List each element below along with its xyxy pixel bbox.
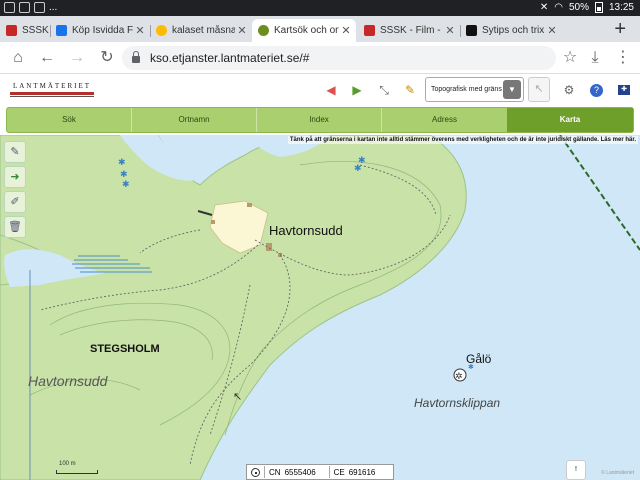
svg-text:✲: ✲	[455, 372, 463, 382]
clock: 13:25	[608, 2, 634, 13]
zoom-out-icon[interactable]: ⤡	[376, 82, 392, 98]
map-toolbox: ✎ ➜ ✐ 🗑	[4, 141, 26, 241]
tab-label: kalaset måsnare	[172, 25, 235, 36]
tab-karta[interactable]: Karta	[507, 108, 633, 132]
help-icon[interactable]: ?	[590, 84, 603, 97]
tab-favicon-icon	[258, 25, 269, 36]
lantmateriet-logo: LANTMÄTERIET	[10, 82, 94, 97]
ce-value: 691616	[348, 467, 376, 477]
cn-value: 6555406	[284, 467, 316, 477]
status-bar: ... ✕ ◠ 50% 13:25	[0, 0, 640, 16]
gallery-notification-icon	[34, 2, 45, 13]
status-overflow: ...	[49, 2, 58, 13]
reload-icon[interactable]: ↻	[97, 48, 117, 68]
svg-text:✱: ✱	[354, 164, 362, 174]
move-arrow-icon[interactable]: ➜	[4, 166, 26, 188]
browser-tab-strip: SSSK Köp Isvidda Flex ✕ kalaset måsnare …	[0, 16, 640, 42]
browser-tab[interactable]: Köp Isvidda Flex ✕	[50, 19, 150, 42]
svg-text:✱: ✱	[122, 180, 130, 190]
wifi-icon: ◠	[554, 2, 563, 13]
pan-left-icon[interactable]: ◀	[323, 82, 339, 98]
url-text: kso.etjanster.lantmateriet.se/#	[150, 51, 310, 65]
land-stegsholm	[0, 135, 467, 480]
pointer-tool-button[interactable]: ↖	[528, 77, 550, 102]
tab-close-icon[interactable]: ✕	[545, 24, 559, 37]
tab-favicon-icon	[6, 25, 17, 36]
crosshair-icon[interactable]	[251, 467, 260, 477]
new-tab-button[interactable]: +	[614, 19, 626, 39]
info-button[interactable]: !	[566, 460, 586, 480]
tab-label: Sytips och trix -	[482, 25, 545, 36]
logo-text: LANTMÄTERIET	[12, 82, 92, 90]
chevron-down-icon: ▼	[503, 80, 521, 99]
tab-favicon-icon	[56, 25, 67, 36]
tab-label: SSSK - Film - Vis	[380, 25, 443, 36]
cn-label: CN	[269, 467, 281, 477]
forward-arrow-icon[interactable]: →	[67, 48, 87, 68]
tab-close-icon[interactable]: ✕	[133, 24, 147, 37]
label-havtornsudd: Havtornsudd	[269, 223, 343, 238]
zoom-in-icon[interactable]: ✎	[402, 82, 418, 98]
map-credit: © Lantmäteriet	[601, 470, 634, 476]
back-arrow-icon[interactable]: ←	[37, 48, 57, 68]
tab-close-icon[interactable]: ✕	[235, 24, 249, 37]
draw-tool-icon[interactable]: ✎	[4, 141, 26, 163]
svg-text:✱: ✱	[118, 158, 126, 168]
app-header: LANTMÄTERIET ◀ ▶ ⤡ ✎ Topografisk med grä…	[0, 74, 640, 106]
map-canvas: ✱ ✱ ✱ ✱ ✱ ✱ ✲ ↖	[0, 135, 640, 480]
browser-tab[interactable]: SSSK	[0, 19, 50, 42]
label-galo: Gålö	[466, 352, 492, 366]
ce-label: CE	[333, 467, 345, 477]
layer-select-value: Topografisk med gräns	[431, 86, 502, 93]
tab-close-icon[interactable]: ✕	[443, 24, 457, 37]
tab-index[interactable]: Index	[257, 108, 382, 132]
label-stegsholm: STEGSHOLM	[90, 343, 160, 355]
battery-icon	[594, 2, 603, 13]
home-icon[interactable]: ⌂	[8, 48, 28, 68]
scale-bar: 100 m	[56, 461, 98, 474]
lock-icon	[132, 51, 140, 63]
browser-tab-active[interactable]: Kartsök och orte ✕	[252, 19, 356, 42]
menu-dots-icon[interactable]: ⋮	[613, 48, 633, 68]
notification-icon	[4, 2, 15, 13]
browser-toolbar: ⌂ ← → ↻ kso.etjanster.lantmateriet.se/# …	[0, 42, 640, 74]
settings-gear-icon[interactable]: ⚙	[561, 82, 577, 98]
label-havtornsudd-area: Havtornsudd	[28, 373, 108, 389]
tab-label: SSSK	[22, 25, 49, 36]
tab-ortnamn[interactable]: Ortnamn	[132, 108, 257, 132]
trash-icon[interactable]: 🗑	[4, 216, 26, 238]
svg-text:✱: ✱	[120, 170, 128, 180]
map-disclaimer[interactable]: Tänk på att gränserna i kartan inte allt…	[287, 136, 638, 144]
image-notification-icon	[19, 2, 30, 13]
svg-text:↖: ↖	[233, 390, 242, 403]
tab-label: Kartsök och orte	[274, 25, 339, 36]
tab-favicon-icon	[364, 25, 375, 36]
label-havtornsklippan: Havtornsklippan	[414, 396, 501, 410]
main-nav: Sök Ortnamn Index Adress Karta	[6, 107, 634, 133]
download-icon[interactable]: ⤓	[585, 48, 605, 68]
scale-text: 100 m	[59, 461, 76, 467]
uk-flag-icon[interactable]: ✚	[618, 85, 630, 95]
map-view[interactable]: ✱ ✱ ✱ ✱ ✱ ✱ ✲ ↖ Tänk på att gränserna i …	[0, 135, 640, 480]
browser-tab[interactable]: kalaset måsnare ✕	[150, 19, 252, 42]
tab-favicon-icon	[466, 25, 477, 36]
pan-right-icon[interactable]: ▶	[349, 82, 365, 98]
bookmark-star-icon[interactable]: ☆	[560, 48, 580, 68]
tab-close-icon[interactable]: ✕	[339, 24, 353, 37]
address-bar[interactable]: kso.etjanster.lantmateriet.se/#	[122, 46, 556, 70]
browser-tab[interactable]: SSSK - Film - Vis ✕	[358, 19, 460, 42]
coordinate-readout: CN 6555406 CE 691616	[246, 464, 394, 480]
edit-tool-icon[interactable]: ✐	[4, 191, 26, 213]
battery-percent: 50%	[568, 2, 589, 13]
tab-adress[interactable]: Adress	[382, 108, 507, 132]
map-layer-select[interactable]: Topografisk med gräns ▼	[425, 77, 524, 102]
browser-tab[interactable]: Sytips och trix - ✕	[460, 19, 562, 42]
mute-icon: ✕	[539, 2, 549, 13]
tab-sok[interactable]: Sök	[7, 108, 132, 132]
tab-label: Köp Isvidda Flex	[72, 25, 133, 36]
tab-favicon-icon	[156, 25, 167, 36]
